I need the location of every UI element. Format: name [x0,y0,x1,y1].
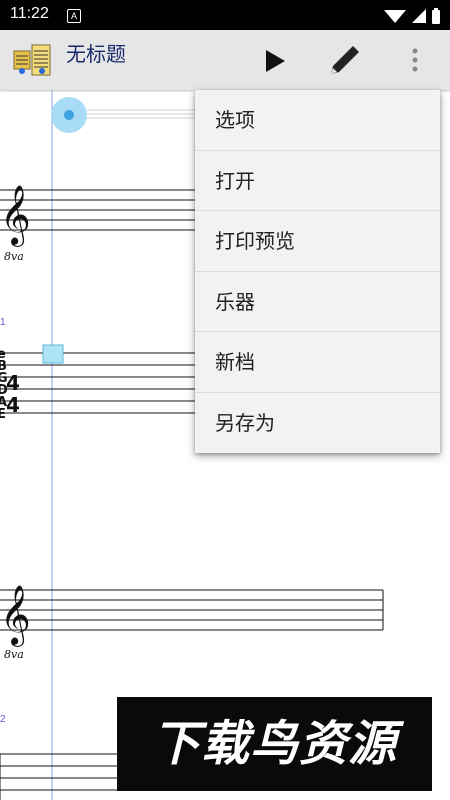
measure-number: 2 [0,714,6,725]
status-bar: 11:22 A [0,0,450,30]
menu-item-open[interactable]: 打开 [195,151,440,211]
octave-marking: 8va [4,648,24,661]
time-signature-bottom: 4 [6,393,20,417]
octave-marking: 8va [4,250,24,263]
selection-cursor[interactable] [42,344,64,364]
status-time: 11:22 [10,5,49,22]
wifi-icon [384,10,406,23]
signal-icon [412,9,426,23]
play-icon[interactable] [263,48,287,74]
treble-clef-icon: 𝄞 [0,585,31,647]
treble-clef-icon: 𝄞 [0,185,31,247]
menu-item-print-preview[interactable]: 打印预览 [195,211,440,272]
menu-item-new-file[interactable]: 新档 [195,332,440,393]
menu-item-instruments[interactable]: 乐器 [195,272,440,332]
status-icons [384,8,440,24]
pencil-icon[interactable] [325,42,363,80]
time-signature-top: 4 [6,371,20,395]
tab-staff [0,352,200,414]
overflow-menu-icon[interactable] [410,46,420,76]
battery-icon [432,10,440,24]
svg-text:E: E [0,407,6,422]
watermark-banner: 下载鸟资源 [117,697,432,791]
menu-item-save-as[interactable]: 另存为 [195,393,440,454]
watermark-text: 下载鸟资源 [151,716,397,772]
notification-badge-icon: A [67,9,81,23]
measure-number: 1 [0,317,6,328]
overflow-menu: 选项 打开 打印预览 乐器 新档 另存为 [195,90,440,453]
app-logo-icon[interactable] [12,41,56,81]
staff-2 [0,589,384,631]
menu-item-options[interactable]: 选项 [195,90,440,151]
app-toolbar: 无标题 [0,30,450,90]
document-title: 无标题 [66,42,126,66]
